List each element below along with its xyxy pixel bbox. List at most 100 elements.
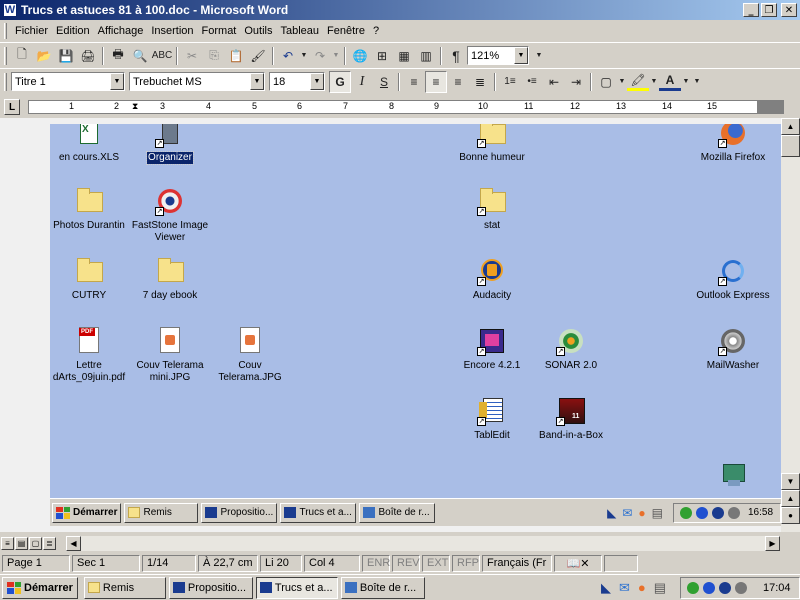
firefox-icon[interactable]: ●	[638, 580, 646, 596]
menu-edition[interactable]: Edition	[52, 25, 94, 37]
desktop-icon-mozilla-firefox[interactable]: ↗ Mozilla Firefox	[692, 124, 774, 164]
columns-icon[interactable]: ▥	[415, 45, 437, 67]
menu-help[interactable]: ?	[369, 25, 383, 37]
task-remis[interactable]: Remis	[83, 576, 166, 599]
desktop-icon-couv-telerama-mini[interactable]: Couv Telerama mini.JPG	[129, 326, 211, 384]
menu-fenetre[interactable]: Fenêtre	[323, 25, 369, 37]
restore-button[interactable]: ❐	[761, 3, 777, 17]
new-document-icon[interactable]: 🗋	[11, 45, 33, 67]
task-propositio[interactable]: Propositio...	[168, 576, 253, 599]
info-tray-icon[interactable]	[719, 581, 731, 594]
mode-extend[interactable]: EXT	[422, 554, 450, 572]
chevron-down-icon[interactable]: ▼	[250, 73, 264, 90]
desktop-icon-band-in-a-box[interactable]: 11 ↗ Band-in-a-Box	[530, 396, 612, 442]
ruler-strip[interactable]: 1 ⧗ 2 3 4 5 6 7 8 9 10 11 12 13 14 15	[28, 100, 784, 114]
mode-overtype[interactable]: RFP	[452, 554, 480, 572]
horizontal-scrollbar[interactable]: ◀ ▶	[66, 536, 780, 551]
menu-insertion[interactable]: Insertion	[147, 25, 197, 37]
desktop-icon-stat[interactable]: ↗ stat	[451, 186, 533, 232]
font-color-icon[interactable]: A	[659, 73, 681, 91]
scroll-up-icon[interactable]: ▲	[781, 118, 800, 135]
tab-selector[interactable]: L	[4, 99, 20, 115]
bullets-icon[interactable]: •≡	[521, 71, 543, 93]
embedded-task-remis[interactable]: Remis	[124, 502, 199, 523]
zoom-select[interactable]: 121% ▼	[467, 46, 529, 65]
desktop-icon-cutry[interactable]: CUTRY	[50, 256, 130, 302]
desktop-icon-photos-durantin[interactable]: Photos Durantin	[50, 186, 130, 232]
security-tray-icon[interactable]	[696, 506, 708, 519]
outlook-express-icon[interactable]: ✉	[619, 580, 630, 596]
open-folder-icon[interactable]: 📂	[33, 45, 55, 67]
embedded-task-boite[interactable]: Boîte de r...	[359, 502, 436, 523]
desktop-icon-7-day-ebook[interactable]: 7 day ebook	[129, 256, 211, 302]
mailwasher-tray-icon[interactable]	[728, 506, 740, 519]
paste-icon[interactable]: 📋	[225, 45, 247, 67]
scroll-left-icon[interactable]: ◀	[66, 536, 81, 551]
menu-fichier[interactable]: Fichier	[11, 25, 52, 37]
scroll-thumb[interactable]	[781, 135, 800, 157]
vertical-scrollbar[interactable]: ▲ ▼ ▲ ●	[781, 118, 800, 532]
embedded-task-propositio[interactable]: Propositio...	[201, 502, 278, 523]
highlight-icon[interactable]: 🖍	[627, 73, 649, 91]
toolbar-grip[interactable]	[4, 46, 7, 65]
desktop-icon-tabledit[interactable]: ↗ TablEdit	[451, 396, 533, 442]
embedded-task-trucs[interactable]: Trucs et a...	[280, 502, 357, 523]
menu-grip[interactable]	[4, 23, 7, 39]
toolbar-options-icon[interactable]: ▼	[691, 71, 703, 93]
show-hide-formatting-icon[interactable]: ¶	[445, 45, 467, 67]
desktop-icon-organizer[interactable]: ↗ Organizer	[129, 124, 211, 165]
redo-dropdown-icon[interactable]: ▼	[331, 45, 341, 67]
desktop-icon-outlook-express[interactable]: ↗ Outlook Express	[692, 256, 774, 302]
task-boite[interactable]: Boîte de r...	[340, 576, 425, 599]
chevron-down-icon[interactable]: ▼	[110, 73, 124, 90]
align-left-icon[interactable]: ≡	[403, 71, 425, 93]
redo-icon[interactable]: ↷	[309, 45, 331, 67]
security-tray-icon[interactable]	[703, 581, 715, 594]
menu-affichage[interactable]: Affichage	[94, 25, 148, 37]
italic-button[interactable]: I	[351, 71, 373, 93]
desktop-icon-network[interactable]	[692, 462, 774, 496]
mode-record[interactable]: ENR	[362, 554, 390, 572]
outline-view-icon[interactable]: ≣	[43, 537, 56, 550]
scroll-down-icon[interactable]: ▼	[781, 473, 800, 490]
network-tray-icon[interactable]	[680, 506, 692, 519]
close-button[interactable]: ✕	[781, 3, 797, 17]
tables-borders-icon[interactable]: ⊞	[371, 45, 393, 67]
desktop-icon-en-cours[interactable]: X en cours.XLS	[50, 124, 130, 164]
bold-button[interactable]: G	[329, 70, 351, 93]
menu-format[interactable]: Format	[198, 25, 241, 37]
quicklaunch-app-icon[interactable]: ◣	[601, 580, 611, 596]
notepad-icon[interactable]: ▤	[652, 506, 663, 520]
border-icon[interactable]: ▢	[595, 71, 617, 93]
desktop-icon-lettre-darts[interactable]: PDF Lettre dArts_09juin.pdf	[50, 326, 130, 384]
numbering-icon[interactable]: 1≡	[499, 71, 521, 93]
decrease-indent-icon[interactable]: ⇤	[543, 71, 565, 93]
embedded-start-button[interactable]: Démarrer	[52, 502, 122, 523]
permission-icon[interactable]: 🖨	[77, 45, 99, 67]
desktop-icon-audacity[interactable]: ↗ Audacity	[451, 256, 533, 302]
align-center-icon[interactable]: ≡	[425, 70, 447, 93]
status-language[interactable]: Français (Fr	[482, 554, 552, 572]
font-size-select[interactable]: 18 ▼	[269, 72, 325, 91]
border-dropdown-icon[interactable]: ▼	[617, 71, 627, 93]
desktop-icon-couv-telerama[interactable]: Couv Telerama.JPG	[209, 326, 291, 384]
print-view-icon[interactable]: ▢	[29, 537, 42, 550]
font-color-dropdown-icon[interactable]: ▼	[681, 71, 691, 93]
justify-icon[interactable]: ≣	[469, 71, 491, 93]
browse-object-icon[interactable]: ●	[781, 507, 800, 524]
notepad-icon[interactable]: ▤	[654, 580, 666, 596]
align-right-icon[interactable]: ≡	[447, 71, 469, 93]
info-tray-icon[interactable]	[712, 506, 724, 519]
menu-tableau[interactable]: Tableau	[277, 25, 324, 37]
undo-icon[interactable]: ↶	[277, 45, 299, 67]
print-icon[interactable]: 🖶	[107, 45, 129, 67]
insert-table-icon[interactable]: ▦	[393, 45, 415, 67]
quicklaunch-app-icon[interactable]: ◣	[607, 506, 616, 520]
print-preview-icon[interactable]: 🔍	[129, 45, 151, 67]
mode-revision[interactable]: REV	[392, 554, 420, 572]
network-tray-icon[interactable]	[687, 581, 699, 594]
start-button[interactable]: Démarrer	[2, 576, 78, 599]
firefox-icon[interactable]: ●	[638, 506, 645, 520]
format-painter-icon[interactable]: 🖌	[247, 45, 269, 67]
desktop-icon-encore[interactable]: ↗ Encore 4.2.1	[451, 326, 533, 372]
